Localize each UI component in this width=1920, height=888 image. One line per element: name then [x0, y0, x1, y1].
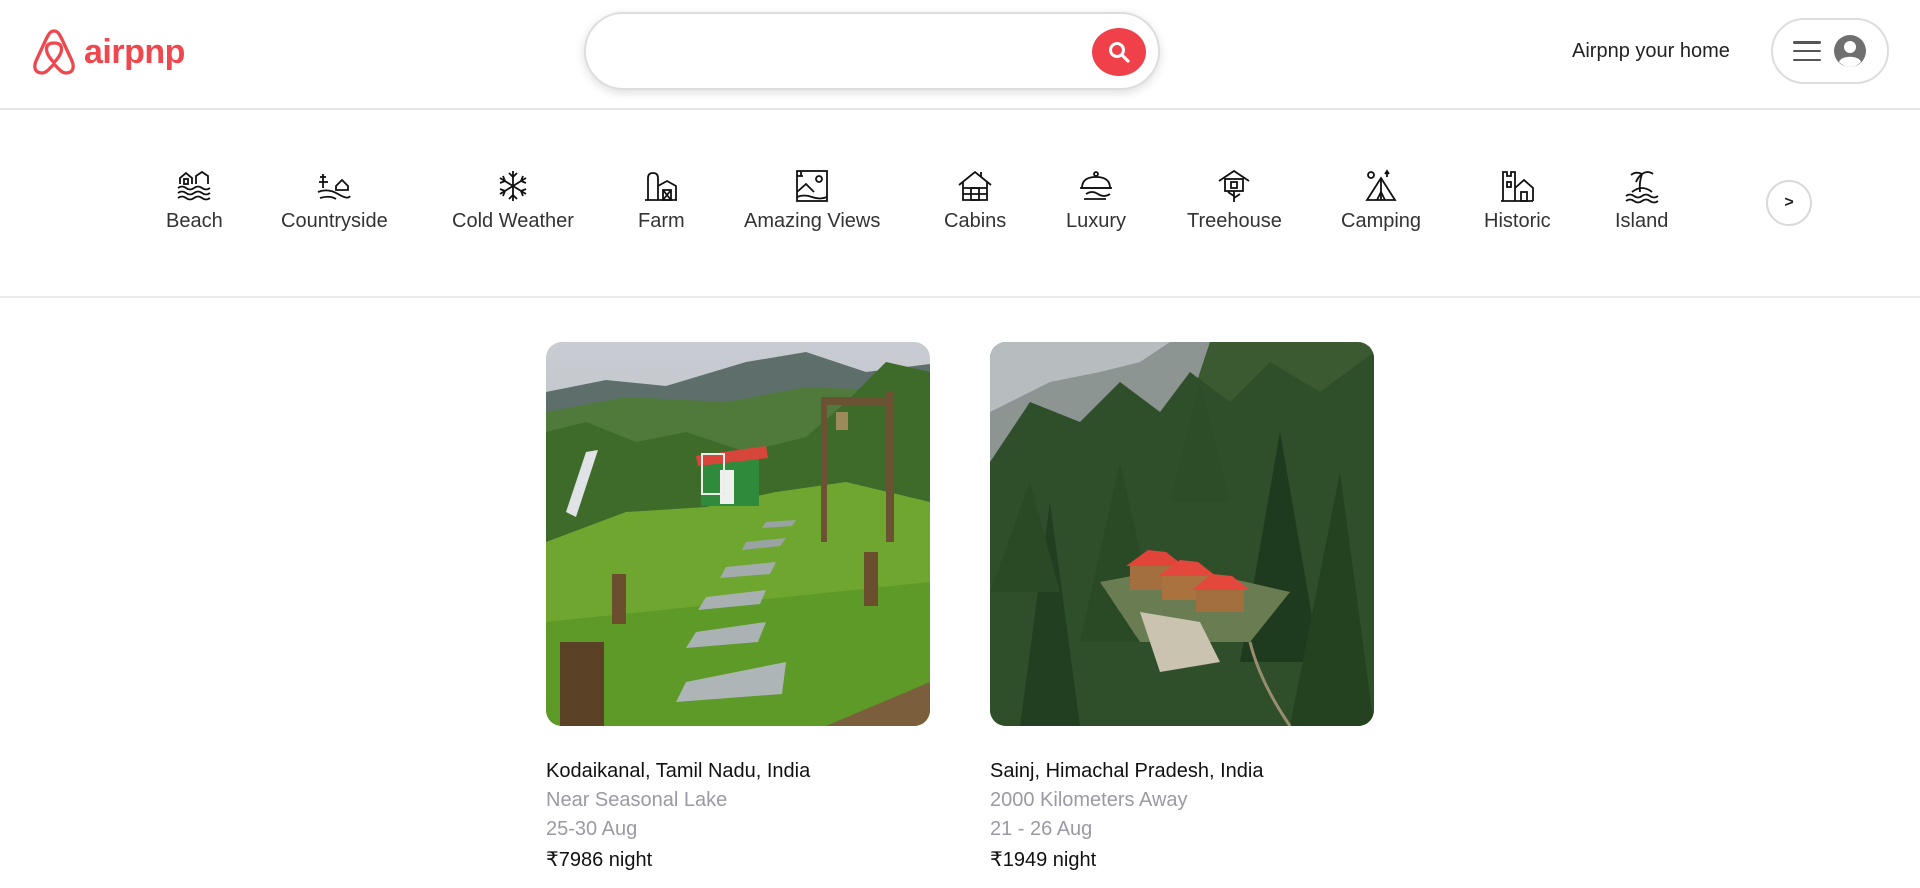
- cabin-icon: [958, 170, 992, 201]
- price-unit: night: [1052, 849, 1097, 871]
- category-label: Cabins: [944, 210, 1007, 232]
- category-label: Historic: [1484, 210, 1551, 232]
- listing-photo[interactable]: [546, 342, 930, 726]
- listing-location: Sainj, Himachal Pradesh, India: [990, 760, 1264, 782]
- category-next-button[interactable]: >: [1766, 180, 1812, 226]
- listing-subtitle: 2000 Kilometers Away: [990, 789, 1188, 811]
- listing-dates: 21 - 26 Aug: [990, 818, 1093, 840]
- user-avatar-icon: [1833, 34, 1867, 68]
- listing-photo[interactable]: [990, 342, 1374, 726]
- category-treehouse[interactable]: Treehouse: [1187, 168, 1282, 233]
- category-cold-weather[interactable]: Cold Weather: [452, 168, 574, 233]
- host-your-home-link[interactable]: Airpnp your home: [1572, 40, 1730, 63]
- historic-icon: [1501, 171, 1535, 202]
- snowflake-icon: [499, 171, 527, 201]
- category-countryside[interactable]: Countryside: [281, 168, 388, 233]
- listing-dates: 25-30 Aug: [546, 818, 638, 840]
- camping-icon: [1365, 169, 1397, 201]
- airpnp-logo-icon: [33, 29, 75, 75]
- category-label: Island: [1615, 210, 1669, 232]
- listing-price: ₹1949 night: [990, 847, 1374, 872]
- category-label: Farm: [638, 210, 685, 232]
- listing-subtitle: Near Seasonal Lake: [546, 789, 728, 811]
- category-label: Luxury: [1066, 210, 1127, 232]
- category-label: Cold Weather: [452, 210, 574, 232]
- category-camping[interactable]: Camping: [1341, 168, 1421, 233]
- listing-card[interactable]: Kodaikanal, Tamil Nadu, India Near Seaso…: [546, 342, 930, 872]
- amazing-views-icon: [796, 170, 829, 202]
- category-island[interactable]: Island: [1615, 168, 1668, 233]
- island-icon: [1625, 171, 1659, 204]
- search-icon: [1109, 42, 1130, 63]
- category-cabins[interactable]: Cabins: [944, 168, 1006, 233]
- top-header: airpnp Airpnp your home: [0, 0, 1920, 110]
- countryside-icon: [318, 174, 352, 200]
- search-button[interactable]: [1092, 28, 1146, 76]
- category-amazing-views[interactable]: Amazing Views: [744, 168, 880, 233]
- hamburger-icon: [1793, 41, 1821, 61]
- price-unit: night: [608, 849, 653, 871]
- category-bar: Beach Countryside Cold Weather Farm Amaz…: [0, 112, 1920, 298]
- category-beach[interactable]: Beach: [166, 168, 223, 233]
- listing-location: Kodaikanal, Tamil Nadu, India: [546, 760, 811, 782]
- category-label: Countryside: [281, 210, 388, 232]
- category-luxury[interactable]: Luxury: [1066, 168, 1126, 233]
- user-menu-button[interactable]: [1771, 18, 1889, 84]
- farm-icon: [645, 172, 678, 201]
- luxury-icon: [1080, 171, 1113, 200]
- category-label: Beach: [166, 210, 223, 232]
- search-input[interactable]: [610, 28, 1050, 74]
- treehouse-icon: [1218, 169, 1250, 202]
- search-bar[interactable]: [584, 12, 1160, 90]
- beach-icon: [177, 170, 211, 201]
- category-label: Camping: [1341, 210, 1422, 232]
- category-label: Amazing Views: [744, 210, 881, 232]
- category-historic[interactable]: Historic: [1484, 168, 1551, 233]
- brand-name: airpnp: [84, 32, 185, 71]
- brand-logo[interactable]: airpnp: [30, 26, 185, 78]
- price-amount: ₹7986: [546, 849, 604, 871]
- category-label: Treehouse: [1187, 210, 1282, 232]
- listing-card[interactable]: Sainj, Himachal Pradesh, India 2000 Kilo…: [990, 342, 1374, 872]
- price-amount: ₹1949: [990, 849, 1048, 871]
- listing-price: ₹7986 night: [546, 847, 930, 872]
- category-farm[interactable]: Farm: [638, 168, 685, 233]
